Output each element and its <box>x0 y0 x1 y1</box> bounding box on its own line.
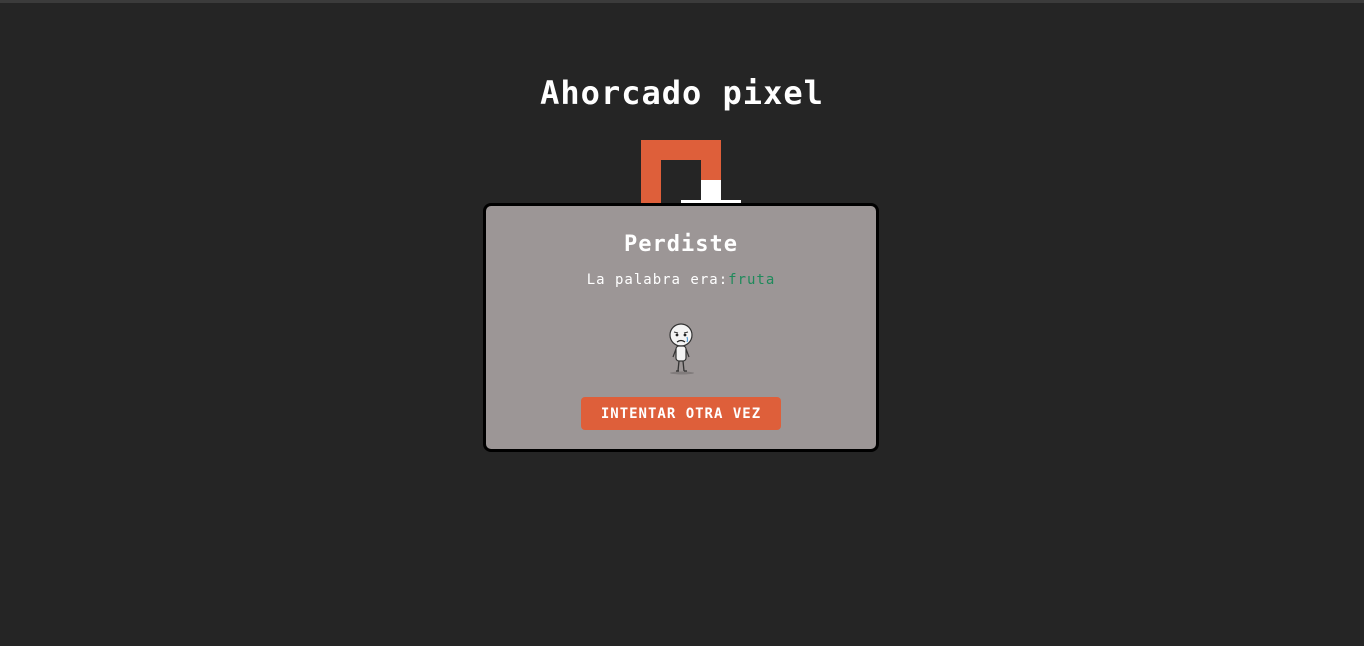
top-divider <box>0 0 1364 3</box>
sad-stick-figure-icon <box>669 323 694 375</box>
retry-button[interactable]: INTENTAR OTRA VEZ <box>581 397 781 430</box>
hangman-head <box>701 180 721 202</box>
page-title: Ahorcado pixel <box>540 74 824 112</box>
secret-word: fruta <box>728 272 776 288</box>
gallows-drawing <box>641 140 741 210</box>
modal-title: Perdiste <box>624 232 738 257</box>
result-message-prefix: La palabra era: <box>586 272 729 288</box>
gallows-rope <box>701 140 721 180</box>
result-message: La palabra era:fruta <box>486 272 876 288</box>
game-over-modal: Perdiste La palabra era:fruta INTENTAR O… <box>483 203 879 452</box>
